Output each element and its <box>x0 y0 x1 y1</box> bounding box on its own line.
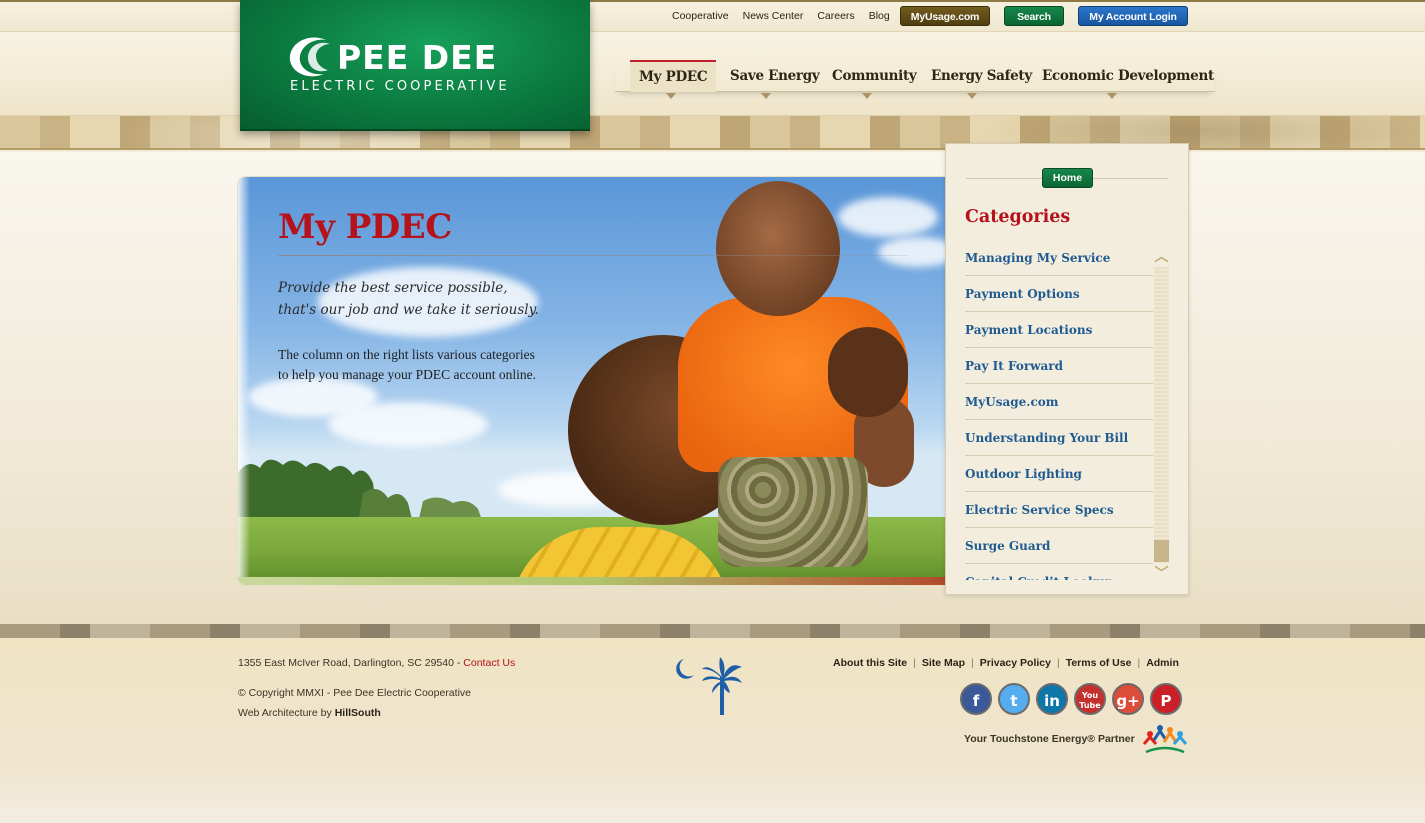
nav-save-energy[interactable]: Save Energy <box>730 60 820 92</box>
contact-us-link[interactable]: Contact Us <box>463 657 515 669</box>
home-button[interactable]: Home <box>1042 168 1093 188</box>
footer-link-about[interactable]: About this Site <box>833 657 907 669</box>
utility-links: Cooperative News Center Careers Blog <box>672 10 904 22</box>
touchstone-energy-logo[interactable] <box>1140 722 1190 758</box>
header-texture <box>0 116 1425 150</box>
footer-address: 1355 East McIver Road, Darlington, SC 29… <box>238 657 515 669</box>
account-login-button[interactable]: My Account Login <box>1078 6 1188 26</box>
category-capital-credit-lookup[interactable]: Capital Credit Lookup <box>965 564 1153 580</box>
sidebar-title: Categories <box>965 207 1071 227</box>
nav-my-pdec[interactable]: My PDEC <box>630 60 717 92</box>
hillsouth-link[interactable]: HillSouth <box>335 707 381 719</box>
categories-sidebar: Home Categories Managing My Service Paym… <box>945 143 1189 595</box>
logo-name: PEE DEE <box>337 38 498 77</box>
main-nav: My PDEC Save Energy Community Energy Saf… <box>615 60 1215 99</box>
footer-link-admin[interactable]: Admin <box>1146 657 1179 669</box>
utility-link-careers[interactable]: Careers <box>817 10 854 22</box>
nav-economic-development[interactable]: Economic Development <box>1042 60 1214 92</box>
category-managing-my-service[interactable]: Managing My Service <box>965 240 1153 276</box>
linkedin-icon[interactable]: in <box>1036 683 1068 715</box>
logo-subtitle: ELECTRIC COOPERATIVE <box>290 79 510 94</box>
pinterest-icon[interactable]: P <box>1150 683 1182 715</box>
category-scrollbar[interactable] <box>1154 267 1169 563</box>
category-scrollbar-thumb[interactable] <box>1154 540 1169 562</box>
nav-energy-safety[interactable]: Energy Safety <box>931 60 1032 92</box>
nav-caret-icon <box>666 93 676 99</box>
link-separator: | <box>913 657 916 669</box>
hero-banner: My PDEC Provide the best service possibl… <box>238 177 946 585</box>
address-text: 1355 East McIver Road, Darlington, SC 29… <box>238 657 464 669</box>
scroll-up-icon[interactable]: ︿ <box>1154 249 1169 263</box>
nav-caret-icon <box>967 93 977 99</box>
link-separator: | <box>1137 657 1141 669</box>
category-myusage[interactable]: MyUsage.com <box>965 384 1153 420</box>
hero-cloud <box>878 237 946 267</box>
utility-link-news-center[interactable]: News Center <box>743 10 804 22</box>
myusage-button[interactable]: MyUsage.com <box>900 6 990 26</box>
category-payment-locations[interactable]: Payment Locations <box>965 312 1153 348</box>
search-button[interactable]: Search <box>1004 6 1064 26</box>
utility-link-blog[interactable]: Blog <box>869 10 890 22</box>
hero-description: The column on the right lists various ca… <box>278 345 578 385</box>
web-credit-prefix: Web Architecture by <box>238 707 335 719</box>
site-logo[interactable]: PEE DEE ELECTRIC COOPERATIVE <box>240 0 590 131</box>
hero-edge-highlight <box>238 177 250 585</box>
hero-tagline: Provide the best service possible, that'… <box>278 277 598 321</box>
hero-bottom-edge <box>238 577 946 585</box>
title-divider <box>278 255 908 256</box>
facebook-icon[interactable]: f <box>960 683 992 715</box>
nav-caret-icon <box>1107 93 1117 99</box>
hero-tagline-line: Provide the best service possible, <box>278 280 508 296</box>
hero-description-line: to help you manage your PDEC account onl… <box>278 367 536 382</box>
twitter-icon[interactable]: t <box>998 683 1030 715</box>
hero-cloud <box>328 402 488 447</box>
touchstone-text: Your Touchstone Energy® Partner <box>964 733 1135 745</box>
link-separator: | <box>971 657 974 669</box>
palmetto-moon-icon <box>676 657 742 715</box>
category-understanding-your-bill[interactable]: Understanding Your Bill <box>965 420 1153 456</box>
hero-photo-child-shorts <box>718 457 868 567</box>
page-title: My PDEC <box>278 207 452 247</box>
footer-copyright: © Copyright MMXI - Pee Dee Electric Coop… <box>238 687 471 699</box>
category-pay-it-forward[interactable]: Pay It Forward <box>965 348 1153 384</box>
footer-link-site-map[interactable]: Site Map <box>922 657 965 669</box>
hero-cloud <box>838 197 938 237</box>
footer-link-terms[interactable]: Terms of Use <box>1066 657 1132 669</box>
footer-links: About this Site | Site Map | Privacy Policy |… <box>833 657 1179 669</box>
utility-link-cooperative[interactable]: Cooperative <box>672 10 729 22</box>
nav-community[interactable]: Community <box>832 60 917 92</box>
google-plus-icon[interactable]: g+ <box>1112 683 1144 715</box>
hero-photo-father-hand <box>828 327 908 417</box>
category-surge-guard[interactable]: Surge Guard <box>965 528 1153 564</box>
footer-link-privacy[interactable]: Privacy Policy <box>980 657 1051 669</box>
nav-caret-icon <box>862 93 872 99</box>
link-separator: | <box>1056 657 1060 669</box>
category-payment-options[interactable]: Payment Options <box>965 276 1153 312</box>
youtube-icon[interactable]: You Tube <box>1074 683 1106 715</box>
category-list[interactable]: Managing My Service Payment Options Paym… <box>965 240 1153 580</box>
nav-caret-icon <box>761 93 771 99</box>
footer-texture <box>0 624 1425 638</box>
logo-swirl-icon <box>289 37 330 77</box>
footer-web-credit: Web Architecture by HillSouth <box>238 707 381 719</box>
hero-photo-child <box>716 181 840 316</box>
hero-tagline-line: that's our job and we take it seriously. <box>278 302 539 318</box>
category-outdoor-lighting[interactable]: Outdoor Lighting <box>965 456 1153 492</box>
hero-description-line: The column on the right lists various ca… <box>278 347 535 362</box>
scroll-down-icon[interactable]: ﹀ <box>1154 566 1169 580</box>
category-electric-service-specs[interactable]: Electric Service Specs <box>965 492 1153 528</box>
